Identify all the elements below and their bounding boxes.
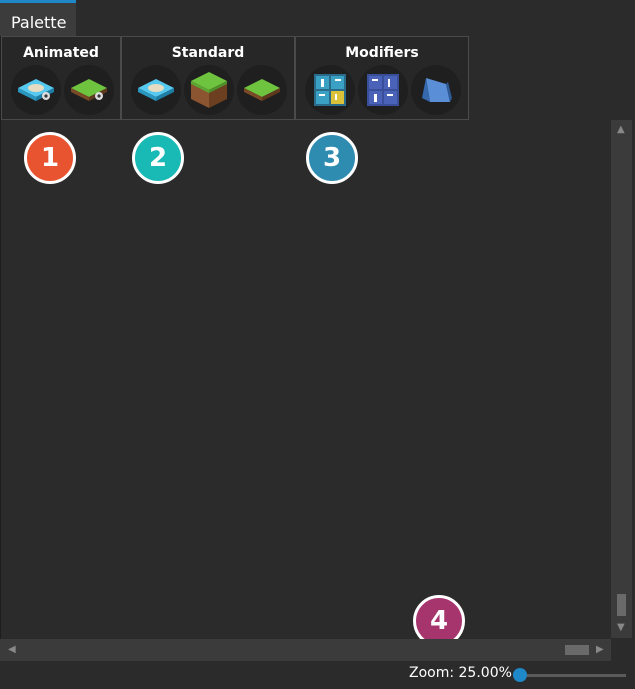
zoom-label: Zoom: 25.00%: [409, 665, 512, 681]
water-tile-icon: [138, 79, 174, 101]
scroll-right-icon[interactable]: ▶: [596, 644, 604, 655]
grass-block-button[interactable]: [184, 65, 234, 115]
grass-block-icon: [191, 72, 227, 108]
badge-label: 4: [429, 606, 449, 636]
group-modifiers: Modifiers: [295, 36, 469, 120]
water-tile-anim-icon: [18, 79, 54, 101]
scroll-left-icon[interactable]: ◀: [8, 644, 16, 655]
water-tile-anim-button[interactable]: [11, 65, 61, 115]
badge-2: 2: [132, 132, 184, 184]
zoom-slider-track[interactable]: [520, 674, 626, 677]
tile-numbers-rotated-button[interactable]: [358, 65, 408, 115]
tab-palette[interactable]: Palette: [0, 0, 76, 36]
slope-block-button[interactable]: [411, 65, 461, 115]
grass-tile-button[interactable]: [237, 65, 287, 115]
badge-1: 1: [24, 132, 76, 184]
grass-tile-anim-icon: [71, 79, 107, 101]
water-tile-button[interactable]: [131, 65, 181, 115]
tile-numbers-rotated-icon: [367, 74, 399, 106]
zoom-slider-thumb[interactable]: [513, 668, 527, 682]
tab-label: Palette: [11, 13, 67, 32]
badge-label: 3: [322, 143, 342, 173]
group-title: Modifiers: [345, 45, 419, 61]
slope-block-icon: [422, 78, 452, 102]
vertical-scrollbar[interactable]: ▲ ▼: [611, 120, 632, 638]
horizontal-scrollbar[interactable]: ◀ ▶: [0, 639, 611, 661]
scroll-up-icon[interactable]: ▲: [617, 124, 625, 135]
group-title: Animated: [23, 45, 99, 61]
badge-label: 1: [40, 143, 60, 173]
vertical-scroll-thumb[interactable]: [617, 594, 626, 616]
badge-3: 3: [306, 132, 358, 184]
group-title: Standard: [171, 45, 245, 61]
grass-tile-icon: [244, 79, 280, 101]
palette-panel: [0, 36, 635, 689]
tile-numbers-icon: [314, 74, 346, 106]
group-standard: Standard: [121, 36, 295, 120]
group-animated: Animated: [1, 36, 121, 120]
badge-label: 2: [148, 143, 168, 173]
scroll-down-icon[interactable]: ▼: [617, 622, 625, 633]
tile-numbers-button[interactable]: [305, 65, 355, 115]
grass-tile-anim-button[interactable]: [64, 65, 114, 115]
status-bar: Zoom: 25.00%: [0, 661, 635, 689]
horizontal-scroll-thumb[interactable]: [565, 645, 589, 655]
